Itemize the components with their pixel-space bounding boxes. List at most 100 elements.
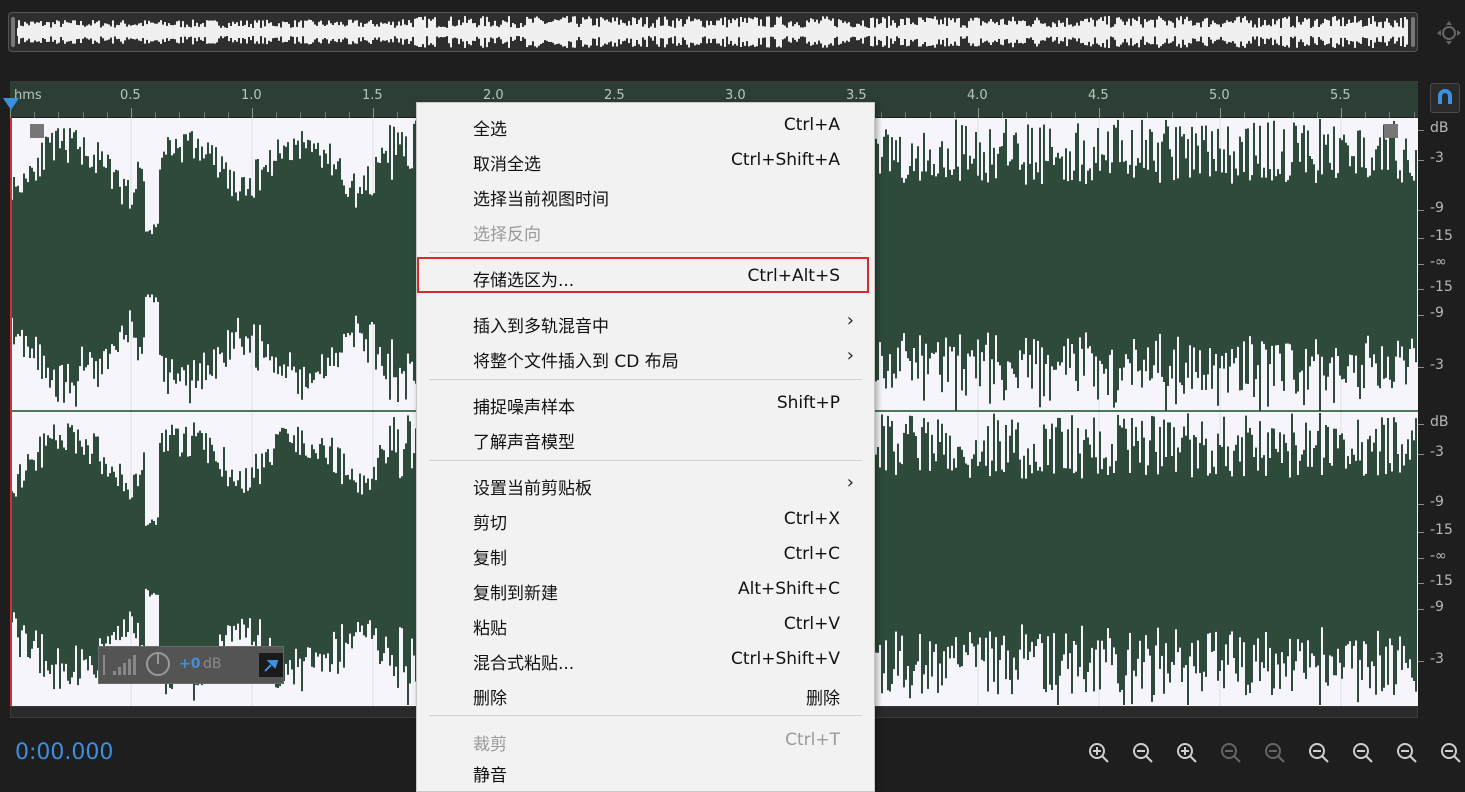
ruler-tick-label: 2.5 — [604, 88, 625, 103]
menu-separator — [429, 252, 862, 253]
menu-item[interactable]: 捕捉噪声样本 Shift+P — [417, 385, 874, 420]
menu-item[interactable]: 取消全选 Ctrl+Shift+A — [417, 142, 874, 177]
db-tick — [1418, 238, 1424, 239]
db-tick — [1418, 367, 1424, 368]
menu-item-label: 全选 — [473, 120, 507, 140]
zoom-out-amplitude-icon[interactable] — [1128, 738, 1154, 766]
menu-item[interactable]: 复制到新建 Alt+Shift+C — [417, 571, 874, 606]
menu-item[interactable]: 插入到多轨混音中 › — [417, 304, 874, 339]
menu-item-label: 剪切 — [473, 514, 507, 534]
db-label: -3 — [1430, 651, 1444, 667]
menu-separator — [429, 460, 862, 461]
menu-item-shortcut: Ctrl+V — [783, 614, 840, 634]
ruler-tick — [1341, 108, 1342, 118]
db-tick — [1418, 661, 1424, 662]
db-label: -3 — [1430, 357, 1444, 373]
db-tick — [1418, 160, 1424, 161]
menu-item-shortcut: Ctrl+T — [785, 730, 840, 750]
waveform-overview[interactable] — [8, 12, 1418, 52]
hud-gain-value: +0 — [179, 656, 201, 672]
menu-item: 裁剪 Ctrl+T — [417, 722, 874, 757]
magnet-snap-icon[interactable] — [1430, 83, 1460, 113]
db-tick — [1418, 558, 1424, 559]
db-label: -15 — [1430, 228, 1453, 244]
fade-out-handle[interactable] — [1384, 124, 1398, 138]
submenu-chevron-icon: › — [846, 310, 854, 331]
menu-item[interactable]: 剪切 Ctrl+X — [417, 501, 874, 536]
db-tick — [1418, 454, 1424, 455]
amplitude-scale[interactable]: dB -3 -9 -15 -∞ -15 -9 -3 dB -3 -9 -15 -∞ -15 -9 -3 — [1418, 118, 1465, 706]
menu-item-shortcut: Ctrl+X — [783, 509, 840, 529]
hud-controls-icon — [103, 652, 170, 676]
menu-item-label: 粘贴 — [473, 619, 507, 639]
ruler-tick-label: 4.5 — [1088, 88, 1109, 103]
menu-item[interactable]: 选择当前视图时间 — [417, 177, 874, 212]
menu-item-label: 裁剪 — [473, 735, 507, 755]
db-label: -3 — [1430, 150, 1444, 166]
db-tick — [1418, 609, 1424, 610]
zoom-full-icon[interactable] — [1260, 738, 1286, 766]
db-label: -9 — [1430, 305, 1444, 321]
db-label: -9 — [1430, 599, 1444, 615]
db-label: -15 — [1430, 279, 1453, 295]
db-tick — [1418, 264, 1424, 265]
ruler-tick — [252, 108, 253, 118]
menu-item[interactable]: 将整个文件插入到 CD 布局 › — [417, 339, 874, 374]
gain-hud[interactable]: +0 dB — [98, 646, 284, 684]
db-label: -3 — [1430, 444, 1444, 460]
zoom-in-amplitude-icon[interactable] — [1084, 738, 1110, 766]
zoom-in-time-icon[interactable] — [1172, 738, 1198, 766]
db-tick — [1418, 424, 1424, 425]
menu-item[interactable]: 复制 Ctrl+C — [417, 536, 874, 571]
ruler-tick-label: 0.5 — [120, 88, 141, 103]
ruler-tick — [978, 108, 979, 118]
menu-item-shortcut: Shift+P — [776, 393, 840, 413]
fade-in-handle[interactable] — [30, 124, 44, 138]
ruler-tick — [1099, 108, 1100, 118]
db-tick — [1418, 315, 1424, 316]
menu-item[interactable]: 静音 — [417, 753, 874, 788]
db-label: -9 — [1430, 200, 1444, 216]
ruler-tick-label: 3.5 — [846, 88, 867, 103]
db-label: -∞ — [1430, 548, 1447, 564]
menu-item-label: 删除 — [473, 689, 507, 709]
db-tick — [1418, 210, 1424, 211]
submenu-chevron-icon: › — [846, 345, 854, 366]
zoom-selection-icon[interactable] — [1392, 738, 1418, 766]
ruler-tick-label: 1.0 — [241, 88, 262, 103]
menu-item[interactable]: 设置当前剪贴板 › — [417, 466, 874, 501]
current-time-display[interactable]: 0:00.000 — [15, 740, 113, 765]
menu-item[interactable]: 了解声音模型 — [417, 420, 874, 455]
db-label: -∞ — [1430, 254, 1447, 270]
menu-item-label: 了解声音模型 — [473, 433, 575, 453]
menu-item[interactable]: 全选 Ctrl+A — [417, 107, 874, 142]
menu-item[interactable]: 删除 删除 — [417, 676, 874, 711]
menu-item-label: 选择当前视图时间 — [473, 190, 609, 210]
ruler-tick-label: 4.0 — [967, 88, 988, 103]
menu-item-shortcut: Ctrl+Shift+A — [730, 150, 840, 170]
menu-item: 选择反向 — [417, 212, 874, 247]
zoom-out-time-icon[interactable] — [1216, 738, 1242, 766]
zoom-reset-icon[interactable] — [1436, 738, 1462, 766]
ruler-tick-label: 1.5 — [362, 88, 383, 103]
zoom-in-right-icon[interactable] — [1348, 738, 1374, 766]
menu-item[interactable]: 混合式粘贴... Ctrl+Shift+V — [417, 641, 874, 676]
menu-item-shortcut: 删除 — [806, 689, 840, 709]
ruler-tick — [1220, 108, 1221, 118]
db-tick — [1418, 583, 1424, 584]
overview-left-handle[interactable] — [11, 17, 15, 47]
menu-item-label: 静音 — [473, 766, 507, 786]
zoom-navigator-icon[interactable] — [1436, 20, 1462, 46]
zoom-in-left-icon[interactable] — [1304, 738, 1330, 766]
menu-item-label: 捕捉噪声样本 — [473, 398, 575, 418]
menu-separator — [429, 379, 862, 380]
menu-item-label: 选择反向 — [473, 225, 541, 245]
pin-icon[interactable] — [259, 653, 283, 677]
overview-right-handle[interactable] — [1411, 17, 1415, 47]
db-label: -15 — [1430, 573, 1453, 589]
hud-gain-unit: dB — [203, 656, 222, 672]
menu-item-shortcut: Ctrl+A — [783, 115, 840, 135]
menu-item[interactable]: 粘贴 Ctrl+V — [417, 606, 874, 641]
playhead-marker[interactable] — [3, 98, 19, 110]
highlight-annotation — [417, 257, 869, 293]
